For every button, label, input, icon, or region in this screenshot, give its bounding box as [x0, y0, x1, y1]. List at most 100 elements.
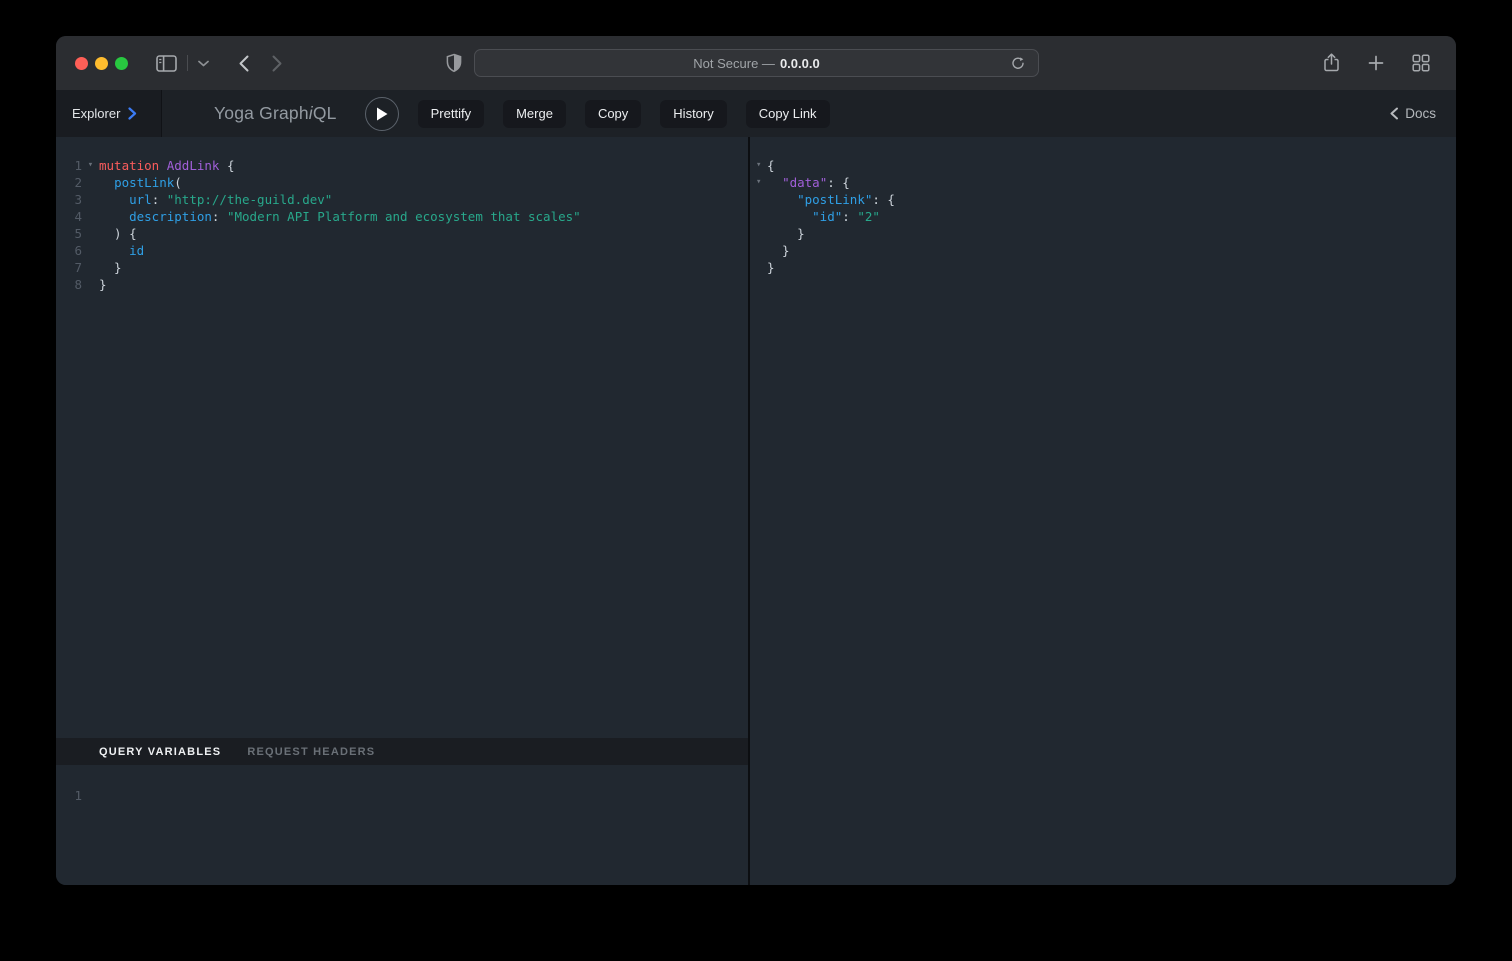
- sidebar-toggle-button[interactable]: [152, 51, 181, 76]
- fold-gutter: [754, 259, 767, 276]
- line-number: 8: [56, 276, 82, 293]
- code-text: "id": "2": [767, 208, 880, 225]
- code-line: 3 url: "http://the-guild.dev": [56, 191, 748, 208]
- safari-window: Not Secure — 0.0.0.0: [56, 36, 1456, 885]
- fold-gutter: [82, 242, 99, 259]
- code-text: description: "Modern API Platform and ec…: [99, 208, 581, 225]
- address-url: 0.0.0.0: [780, 56, 820, 71]
- plus-icon: [1368, 55, 1384, 71]
- fold-gutter: [754, 208, 767, 225]
- app-logo: Yoga GraphiQL: [214, 103, 337, 124]
- query-variables-editor[interactable]: 1: [56, 765, 748, 885]
- minimize-window-button[interactable]: [95, 57, 108, 70]
- code-line: }: [754, 242, 1456, 259]
- forward-button[interactable]: [268, 51, 286, 76]
- graphiql-toolbar: Explorer Yoga GraphiQL Prettify Merge Co…: [56, 90, 1456, 137]
- tab-query-variables[interactable]: QUERY VARIABLES: [99, 746, 221, 758]
- history-button[interactable]: History: [660, 100, 726, 128]
- titlebar-right-controls: [1319, 49, 1434, 77]
- code-text: }: [767, 242, 790, 259]
- tab-request-headers[interactable]: REQUEST HEADERS: [247, 746, 375, 758]
- back-button[interactable]: [235, 51, 253, 76]
- code-line: ▾{: [754, 157, 1456, 174]
- line-number: 1: [56, 787, 82, 804]
- fold-gutter: [82, 259, 99, 276]
- code-text: {: [767, 157, 775, 174]
- docs-label: Docs: [1405, 106, 1436, 121]
- merge-button[interactable]: Merge: [503, 100, 566, 128]
- fold-gutter: [82, 225, 99, 242]
- fold-gutter: [754, 191, 767, 208]
- reload-icon: [1011, 56, 1025, 71]
- fold-arrow-icon[interactable]: ▾: [754, 157, 767, 174]
- chevron-right-icon: [128, 107, 137, 120]
- query-pane: 1▾mutation AddLink {2 postLink(3 url: "h…: [56, 137, 748, 885]
- line-number: 3: [56, 191, 82, 208]
- fold-arrow-icon[interactable]: ▾: [82, 157, 99, 174]
- share-icon: [1323, 53, 1340, 73]
- address-bar[interactable]: Not Secure — 0.0.0.0: [474, 49, 1039, 77]
- sidebar-dropdown-button[interactable]: [194, 56, 213, 71]
- tab-overview-button[interactable]: [1408, 50, 1434, 76]
- fold-gutter: [754, 225, 767, 242]
- fold-arrow-icon[interactable]: ▾: [754, 174, 767, 191]
- line-number: 6: [56, 242, 82, 259]
- code-line: }: [754, 259, 1456, 276]
- response-viewer: ▾{▾ "data": { "postLink": { "id": "2" } …: [750, 137, 1456, 276]
- fold-gutter: [82, 174, 99, 191]
- code-text: }: [767, 225, 805, 242]
- code-line: ▾ "data": {: [754, 174, 1456, 191]
- code-text: }: [99, 276, 107, 293]
- line-number: 4: [56, 208, 82, 225]
- code-line: 7 }: [56, 259, 748, 276]
- code-line: "id": "2": [754, 208, 1456, 225]
- fold-gutter: [82, 191, 99, 208]
- code-line: "postLink": {: [754, 191, 1456, 208]
- chevron-left-icon: [1390, 107, 1399, 120]
- explorer-label: Explorer: [72, 106, 120, 121]
- docs-toggle[interactable]: Docs: [1390, 106, 1436, 121]
- code-text: }: [99, 259, 122, 276]
- window-controls: [75, 57, 128, 70]
- code-line: 2 postLink(: [56, 174, 748, 191]
- copy-link-button[interactable]: Copy Link: [746, 100, 830, 128]
- privacy-report-button[interactable]: [442, 50, 466, 77]
- zoom-window-button[interactable]: [115, 57, 128, 70]
- graphiql-content: 1▾mutation AddLink {2 postLink(3 url: "h…: [56, 137, 1456, 885]
- grid-icon: [1412, 54, 1430, 72]
- code-text: "postLink": {: [767, 191, 895, 208]
- new-tab-button[interactable]: [1364, 51, 1388, 75]
- line-number: 1: [56, 157, 82, 174]
- sidebar-icon: [156, 55, 177, 72]
- prettify-button[interactable]: Prettify: [418, 100, 484, 128]
- code-line: }: [754, 225, 1456, 242]
- fold-gutter: [754, 242, 767, 259]
- code-line: 5 ) {: [56, 225, 748, 242]
- reload-button[interactable]: [1007, 52, 1029, 75]
- fold-gutter: [82, 276, 99, 293]
- execute-query-button[interactable]: [365, 97, 399, 131]
- code-text: postLink(: [99, 174, 182, 191]
- chevron-right-icon: [272, 55, 282, 72]
- secondary-editor-tabs: QUERY VARIABLES REQUEST HEADERS: [56, 738, 748, 765]
- close-window-button[interactable]: [75, 57, 88, 70]
- code-line: 8}: [56, 276, 748, 293]
- share-button[interactable]: [1319, 49, 1344, 77]
- play-icon: [375, 107, 388, 121]
- code-line: 1: [56, 787, 748, 804]
- line-number: 7: [56, 259, 82, 276]
- chevron-left-icon: [239, 55, 249, 72]
- copy-button[interactable]: Copy: [585, 100, 641, 128]
- code-text: id: [99, 242, 144, 259]
- line-number: 5: [56, 225, 82, 242]
- explorer-toggle[interactable]: Explorer: [56, 90, 162, 137]
- line-number: 2: [56, 174, 82, 191]
- divider: [187, 55, 188, 71]
- code-text: mutation AddLink {: [99, 157, 235, 174]
- code-line: 6 id: [56, 242, 748, 259]
- fold-gutter: [82, 208, 99, 225]
- response-pane: ▾{▾ "data": { "postLink": { "id": "2" } …: [750, 137, 1456, 885]
- query-editor[interactable]: 1▾mutation AddLink {2 postLink(3 url: "h…: [56, 137, 748, 738]
- code-text: ) {: [99, 225, 137, 242]
- shield-icon: [446, 54, 462, 73]
